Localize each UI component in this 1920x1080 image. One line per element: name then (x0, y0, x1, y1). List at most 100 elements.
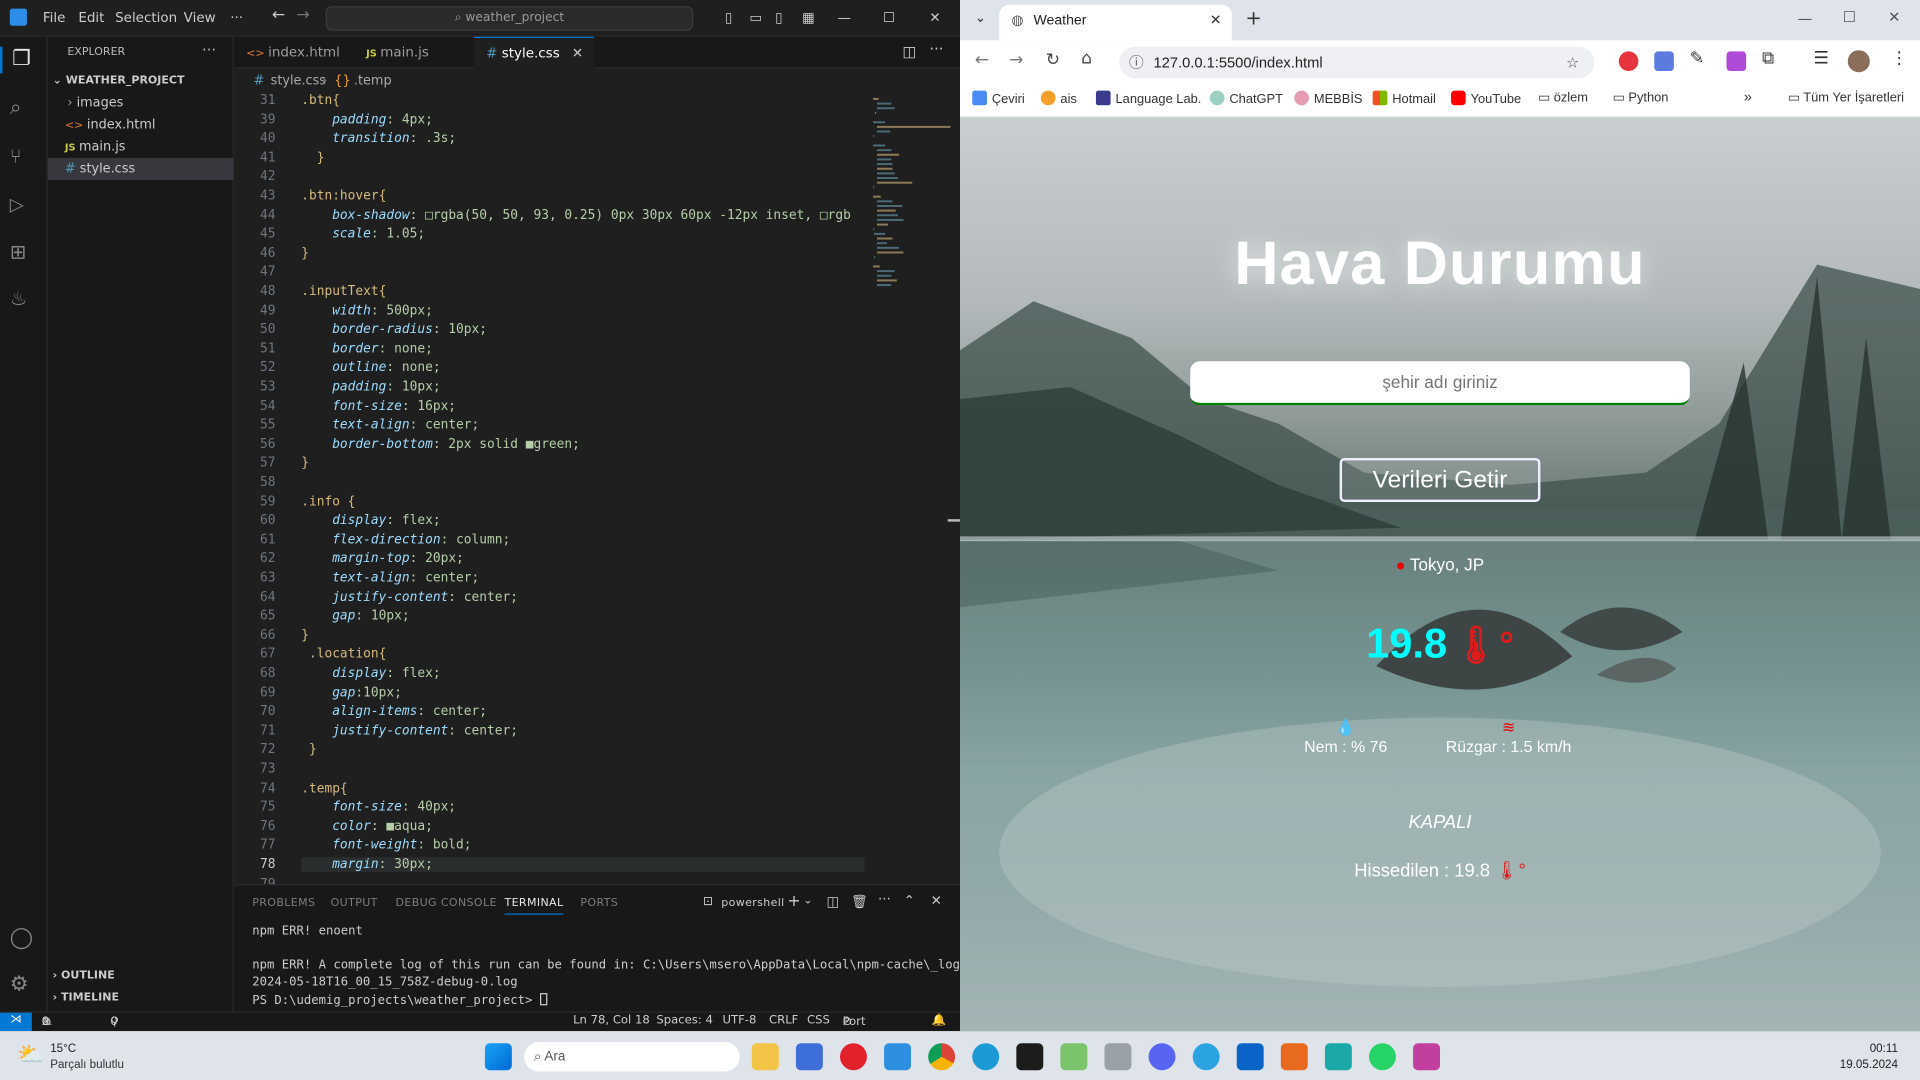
toggle-sidebar-icon[interactable]: ▯ (725, 10, 732, 26)
menu-more[interactable]: ··· (230, 10, 243, 26)
scrollbar-thumb[interactable] (947, 519, 961, 522)
translate-extension-icon[interactable] (1654, 51, 1674, 72)
store-icon[interactable] (795, 1043, 823, 1071)
clock-time[interactable]: 00:11 (1825, 1042, 1898, 1055)
maximize-icon[interactable]: ☐ (883, 10, 895, 26)
toggle-panel-icon[interactable]: ▭ (749, 10, 762, 26)
reading-list-icon[interactable]: ☰ (1813, 49, 1828, 69)
panel-more-icon[interactable]: ··· (878, 891, 891, 907)
bookmark-ceviri[interactable]: Çeviri (972, 90, 1025, 107)
weather-widget-desc[interactable]: Parçalı bulutlu (50, 1058, 124, 1071)
chat-app-icon[interactable] (1060, 1043, 1088, 1071)
new-terminal-icon[interactable]: + (787, 893, 800, 911)
close-panel-icon[interactable]: ✕ (931, 893, 942, 909)
app-icon[interactable] (1280, 1043, 1308, 1071)
toggle-secondary-sidebar-icon[interactable]: ▯ (775, 10, 782, 26)
browser-menu-icon[interactable]: ⋮ (1891, 49, 1908, 69)
source-control-icon[interactable]: ⑂ (10, 144, 37, 171)
file-explorer-icon[interactable] (751, 1043, 779, 1071)
timeline-section[interactable]: › TIMELINE (48, 987, 234, 1009)
menu-selection[interactable]: Selection (115, 10, 177, 26)
telegram-icon[interactable] (1192, 1043, 1220, 1071)
explorer-more-icon[interactable]: ··· (202, 42, 216, 59)
city-search-input[interactable] (1190, 361, 1690, 406)
menu-file[interactable]: File (43, 10, 66, 26)
extensions-puzzle-icon[interactable]: ⧉ (1762, 49, 1774, 69)
whatsapp-icon[interactable] (1368, 1043, 1396, 1071)
back-icon[interactable]: ← (975, 50, 989, 70)
vscode-taskbar-icon[interactable] (884, 1043, 912, 1071)
minimize-icon[interactable]: — (838, 10, 851, 26)
snipping-tool-icon[interactable] (1413, 1043, 1441, 1071)
database-icon[interactable] (1104, 1043, 1132, 1071)
pen-extension-icon[interactable]: ✎ (1690, 49, 1704, 69)
tab-problems[interactable]: PROBLEMS (252, 898, 315, 910)
close-window-icon[interactable]: ✕ (1888, 9, 1900, 26)
menu-edit[interactable]: Edit (78, 10, 104, 26)
explorer-icon[interactable]: ❐ (0, 46, 48, 74)
remote-indicator-icon[interactable]: ⋊ (0, 1012, 32, 1032)
clock-date[interactable]: 19.05.2024 (1825, 1058, 1898, 1071)
bookmark-hotmail[interactable]: Hotmail (1372, 90, 1436, 107)
nav-forward-icon[interactable]: → (296, 6, 309, 24)
forward-icon[interactable]: → (1009, 50, 1023, 70)
extension-icon[interactable] (1726, 51, 1747, 72)
address-bar[interactable]: ⓘ 127.0.0.1:5500/index.html ☆ (1119, 46, 1595, 79)
command-center-search[interactable]: ⌕ weather_project (325, 6, 694, 31)
arduino-icon[interactable] (1324, 1043, 1352, 1071)
tab-index-html[interactable]: <> index.html (234, 37, 354, 69)
outline-section[interactable]: › OUTLINE (48, 965, 234, 987)
profile-avatar[interactable] (1847, 50, 1870, 73)
notifications-bell-icon[interactable]: 🔔 (932, 1014, 947, 1027)
close-window-icon[interactable]: ✕ (929, 10, 940, 26)
bookmark-chatgpt[interactable]: ChatGPT (1209, 90, 1283, 107)
site-info-icon[interactable]: ⓘ (1129, 47, 1144, 79)
maximize-panel-icon[interactable]: ⌃ (904, 893, 915, 909)
project-folder[interactable]: ⌄ WEATHER_PROJECT (48, 70, 234, 92)
adblock-icon[interactable] (1618, 51, 1639, 72)
windows-start-icon[interactable] (484, 1043, 512, 1071)
browser-tab-weather[interactable]: ◍ Weather ✕ (999, 4, 1232, 41)
settings-gear-icon[interactable]: ⚙ (10, 972, 37, 999)
trash-icon[interactable]: 🗑 (851, 894, 868, 910)
nav-back-icon[interactable]: ← (272, 6, 285, 24)
split-editor-icon[interactable]: ◫ (902, 43, 916, 60)
code-editor[interactable]: 31 .btn{39 padding: 4px; 40 transition: .3… (233, 93, 961, 885)
tab-output[interactable]: OUTPUT (331, 898, 378, 910)
cursor-position[interactable]: Ln 78, Col 18 (573, 1014, 650, 1027)
terminal-prompt[interactable]: PS D:\udemig_projects\weather_project> (252, 993, 548, 1008)
bookmark-folder-ozlem[interactable]: ▭ özlem (1538, 91, 1588, 106)
weather-widget-temp[interactable]: 15°C (50, 1042, 76, 1055)
edge-icon[interactable] (972, 1043, 1000, 1071)
bookmark-language-lab[interactable]: Language Lab. (1095, 90, 1201, 107)
tab-terminal[interactable]: TERMINAL (504, 898, 564, 915)
chevron-down-icon[interactable]: ⌄ (803, 895, 812, 907)
taskbar-search[interactable]: ⌕ Ara (524, 1042, 740, 1072)
remote-explorer-icon[interactable]: ♨ (10, 287, 37, 314)
close-tab-icon[interactable]: ✕ (1210, 5, 1222, 38)
weather-cloud-sun-icon[interactable]: ⛅ (17, 1042, 44, 1068)
search-icon[interactable]: ⌕ (10, 96, 37, 123)
new-tab-icon[interactable]: + (1245, 6, 1261, 29)
editor-more-icon[interactable]: ··· (929, 40, 943, 57)
minimize-icon[interactable]: — (1798, 10, 1813, 27)
split-terminal-icon[interactable]: ◫ (827, 894, 840, 910)
line-ending[interactable]: CRLF (769, 1014, 798, 1027)
customize-layout-icon[interactable]: ▦ (802, 10, 815, 26)
tree-item-main-js[interactable]: JS main.js (48, 136, 234, 158)
reload-icon[interactable]: ↻ (1046, 50, 1060, 70)
outlook-icon[interactable] (1236, 1043, 1264, 1071)
bookmark-folder-python[interactable]: ▭ Python (1613, 91, 1669, 106)
home-icon[interactable]: ⌂ (1081, 49, 1092, 69)
extensions-icon[interactable]: ⊞ (10, 240, 37, 267)
language-mode[interactable]: CSS (807, 1014, 830, 1027)
fetch-data-button[interactable]: Verileri Getir (1339, 457, 1541, 503)
bookmark-star-icon[interactable]: ☆ (1566, 47, 1579, 79)
opera-icon[interactable] (840, 1043, 867, 1071)
breadcrumb-symbol[interactable]: .temp (354, 69, 392, 93)
terminal-shell-label[interactable]: powershell (721, 898, 784, 910)
tree-item-images[interactable]: › images (48, 92, 234, 114)
tab-ports[interactable]: PORTS (580, 898, 618, 910)
minimap[interactable] (868, 93, 951, 301)
tab-search-icon[interactable]: ⌄ (975, 10, 986, 26)
